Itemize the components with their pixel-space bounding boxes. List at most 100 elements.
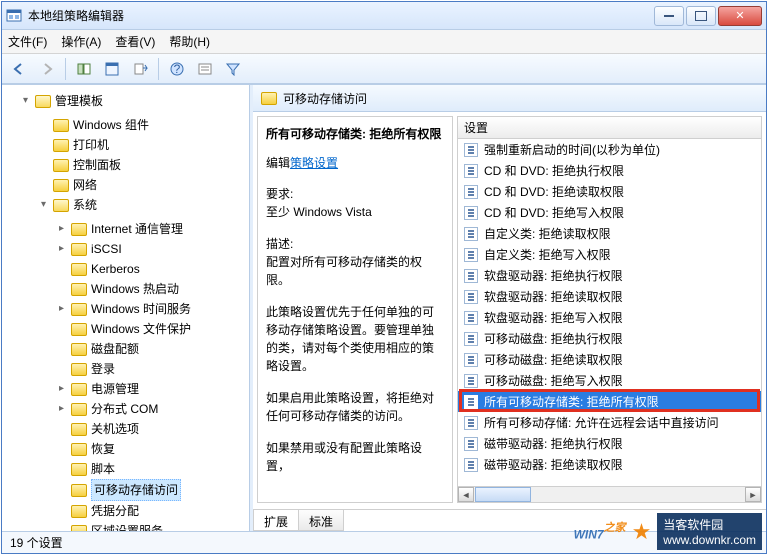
settings-list-row[interactable]: 自定义类: 拒绝读取权限	[458, 223, 761, 244]
nav-forward-button[interactable]	[34, 57, 60, 81]
expand-icon[interactable]: ▸	[56, 244, 67, 255]
menu-view[interactable]: 查看(V)	[115, 33, 155, 50]
tree-node-label[interactable]: 控制面板	[73, 155, 121, 175]
tree-node[interactable]: 区域设置服务	[56, 521, 249, 531]
tree-node-label[interactable]: 打印机	[73, 135, 109, 155]
expand-icon[interactable]: ▸	[56, 224, 67, 235]
tree-node[interactable]: 网络	[38, 175, 249, 195]
tree-node-label[interactable]: Windows 热启动	[91, 279, 179, 299]
tree-node-label[interactable]: 分布式 COM	[91, 399, 158, 419]
tree-node-label[interactable]: 恢复	[91, 439, 115, 459]
tree-node-label[interactable]: 电源管理	[91, 379, 139, 399]
export-list-button[interactable]	[127, 57, 153, 81]
tree-node-label[interactable]: 管理模板	[55, 91, 103, 111]
expand-icon[interactable]: ▸	[56, 304, 67, 315]
tree-node-label[interactable]: Internet 通信管理	[91, 219, 183, 239]
tree-node[interactable]: 登录	[56, 359, 249, 379]
tree-node[interactable]: Windows 热启动	[56, 279, 249, 299]
tab-standard[interactable]: 标准	[298, 510, 344, 531]
tree-node-label[interactable]: Kerberos	[91, 259, 140, 279]
tree-node-label[interactable]: Windows 组件	[73, 115, 149, 135]
tree-node[interactable]: 恢复	[56, 439, 249, 459]
settings-list-row[interactable]: 强制重新启动的时间(以秒为单位)	[458, 139, 761, 160]
tree-node-label[interactable]: 系统	[73, 195, 97, 215]
tree-node-label[interactable]: 网络	[73, 175, 97, 195]
settings-list-row[interactable]: 所有可移动存储类: 拒绝所有权限	[458, 391, 761, 412]
tree-node[interactable]: ▾ 系统 ▸ Internet 通信管理 ▸ iSCSIKerberosWindows 热…	[38, 195, 249, 531]
tree-node[interactable]: 凭据分配	[56, 501, 249, 521]
tree-pane[interactable]: ▾ 管理模板 Windows 组件打印机控制面板网络 ▾ 系统 ▸ Internet 通信管…	[2, 85, 250, 531]
settings-list-row[interactable]: 磁带驱动器: 拒绝读取权限	[458, 454, 761, 475]
tree-node[interactable]: 磁盘配额	[56, 339, 249, 359]
settings-list-row[interactable]: 磁带驱动器: 拒绝执行权限	[458, 433, 761, 454]
minimize-button[interactable]	[654, 6, 684, 26]
settings-list-row[interactable]: CD 和 DVD: 拒绝写入权限	[458, 202, 761, 223]
tree-node-label[interactable]: Windows 文件保护	[91, 319, 191, 339]
menu-help[interactable]: 帮助(H)	[169, 33, 210, 50]
description-para-2: 如果启用此策略设置，将拒绝对任何可移动存储类的访问。	[266, 389, 444, 425]
tree-node-label[interactable]: 可移动存储访问	[91, 479, 181, 501]
close-button[interactable]	[718, 6, 762, 26]
tree-node[interactable]: ▸ 电源管理	[56, 379, 249, 399]
properties-button[interactable]	[99, 57, 125, 81]
tree-node[interactable]: Windows 组件	[38, 115, 249, 135]
tree-node-label[interactable]: iSCSI	[91, 239, 122, 259]
settings-list-row[interactable]: 所有可移动存储: 允许在远程会话中直接访问	[458, 412, 761, 433]
tree-node[interactable]: 打印机	[38, 135, 249, 155]
show-hide-tree-button[interactable]	[71, 57, 97, 81]
tree-node-label[interactable]: 区域设置服务	[91, 521, 163, 531]
options-button[interactable]	[192, 57, 218, 81]
settings-list-row[interactable]: 可移动磁盘: 拒绝读取权限	[458, 349, 761, 370]
description-label: 描述:	[266, 235, 444, 253]
toolbar: ?	[2, 54, 766, 84]
settings-list-row[interactable]: 自定义类: 拒绝写入权限	[458, 244, 761, 265]
settings-column-header[interactable]: 设置	[458, 117, 761, 139]
settings-list-row[interactable]: 软盘驱动器: 拒绝执行权限	[458, 265, 761, 286]
policy-item-icon	[464, 290, 478, 304]
tree-node[interactable]: ▸ Windows 时间服务	[56, 299, 249, 319]
tree-node[interactable]: ▸ 分布式 COM	[56, 399, 249, 419]
settings-list-row[interactable]: 软盘驱动器: 拒绝写入权限	[458, 307, 761, 328]
settings-list-row[interactable]: 可移动磁盘: 拒绝执行权限	[458, 328, 761, 349]
tree-node-label[interactable]: 关机选项	[91, 419, 139, 439]
folder-icon	[71, 363, 87, 376]
expand-icon[interactable]: ▸	[56, 384, 67, 395]
folder-icon	[71, 343, 87, 356]
folder-icon	[53, 159, 69, 172]
settings-list-row[interactable]: CD 和 DVD: 拒绝读取权限	[458, 181, 761, 202]
tree-node-label[interactable]: 脚本	[91, 459, 115, 479]
settings-list[interactable]: 强制重新启动的时间(以秒为单位)CD 和 DVD: 拒绝执行权限CD 和 DVD…	[458, 139, 761, 486]
settings-list-row[interactable]: 软盘驱动器: 拒绝读取权限	[458, 286, 761, 307]
help-button[interactable]: ?	[164, 57, 190, 81]
horizontal-scrollbar[interactable]: ◄►	[458, 486, 761, 502]
tree-node[interactable]: Kerberos	[56, 259, 249, 279]
tree-node-label[interactable]: 磁盘配额	[91, 339, 139, 359]
nav-back-button[interactable]	[6, 57, 32, 81]
tree-node-label[interactable]: 凭据分配	[91, 501, 139, 521]
folder-icon	[71, 403, 87, 416]
menu-action[interactable]: 操作(A)	[61, 33, 101, 50]
policy-item-label: 所有可移动存储: 允许在远程会话中直接访问	[484, 414, 719, 431]
tree-node[interactable]: Windows 文件保护	[56, 319, 249, 339]
tree-node-label[interactable]: Windows 时间服务	[91, 299, 191, 319]
collapse-icon[interactable]: ▾	[38, 200, 49, 211]
tree-node[interactable]: ▸ Internet 通信管理	[56, 219, 249, 239]
tree-node[interactable]: 控制面板	[38, 155, 249, 175]
maximize-button[interactable]	[686, 6, 716, 26]
tree-node[interactable]: ▸ iSCSI	[56, 239, 249, 259]
policy-settings-link[interactable]: 策略设置	[290, 156, 338, 170]
policy-item-label: 软盘驱动器: 拒绝写入权限	[484, 309, 623, 326]
menu-file[interactable]: 文件(F)	[8, 33, 47, 50]
tree-node[interactable]: 可移动存储访问	[56, 479, 249, 501]
tree-node[interactable]: 关机选项	[56, 419, 249, 439]
collapse-icon[interactable]: ▾	[20, 96, 31, 107]
policy-item-label: CD 和 DVD: 拒绝写入权限	[484, 204, 624, 221]
tree-node-label[interactable]: 登录	[91, 359, 115, 379]
settings-list-row[interactable]: CD 和 DVD: 拒绝执行权限	[458, 160, 761, 181]
expand-icon[interactable]: ▸	[56, 404, 67, 415]
tab-extended[interactable]: 扩展	[253, 510, 299, 531]
tree-node[interactable]: 脚本	[56, 459, 249, 479]
settings-list-row[interactable]: 可移动磁盘: 拒绝写入权限	[458, 370, 761, 391]
filter-button[interactable]	[220, 57, 246, 81]
watermark: WIN7之家 ★ 当客软件园www.downkr.com	[574, 513, 762, 550]
